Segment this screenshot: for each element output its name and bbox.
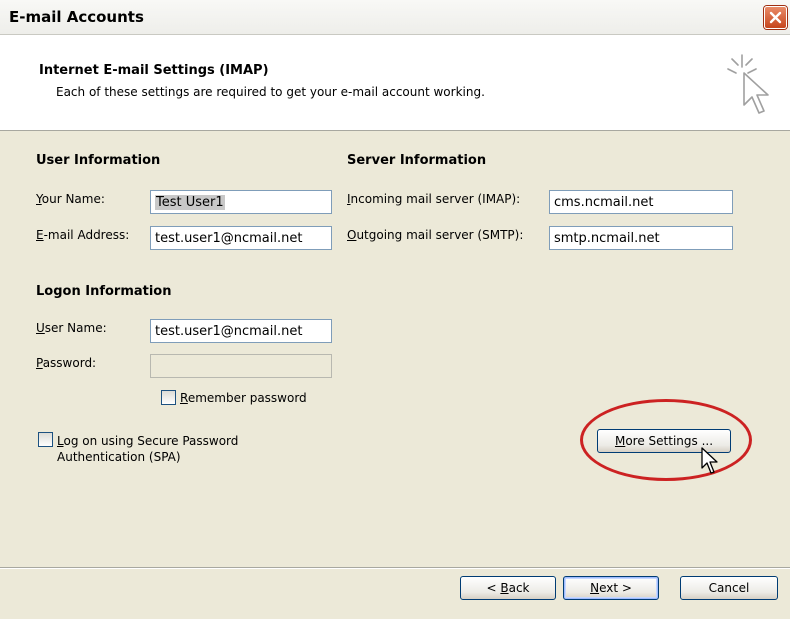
- logon-info-heading: Logon Information: [36, 284, 172, 299]
- spa-label[interactable]: Log on using Secure Password Authenticati…: [57, 433, 238, 465]
- password-label: Password:: [36, 356, 96, 370]
- password-label-hotkey: P: [36, 356, 43, 370]
- next-hotkey: N: [590, 581, 600, 595]
- server-info-heading: Server Information: [347, 153, 487, 168]
- email-address-label-text: -mail Address:: [43, 228, 130, 242]
- outgoing-server-field[interactable]: smtp.ncmail.net: [549, 226, 733, 250]
- window-title: E-mail Accounts: [9, 8, 144, 26]
- close-icon: [769, 11, 782, 24]
- title-bar: E-mail Accounts: [0, 0, 790, 35]
- cancel-button[interactable]: Cancel: [680, 576, 778, 600]
- wizard-cursor-icon: [727, 54, 769, 114]
- spa-checkbox[interactable]: [38, 432, 53, 447]
- password-field[interactable]: [150, 354, 332, 378]
- spa-label-line1: og on using Secure Password: [63, 434, 239, 448]
- next-text: ext >: [599, 581, 632, 595]
- back-text: ack: [508, 581, 530, 595]
- your-name-label-text: our Name:: [41, 192, 105, 206]
- more-settings-hotkey: M: [614, 434, 626, 448]
- incoming-server-label-text: ncoming mail server (IMAP):: [350, 192, 521, 206]
- incoming-server-field[interactable]: cms.ncmail.net: [549, 190, 733, 214]
- remember-password-checkbox[interactable]: [161, 390, 176, 405]
- user-name-label: User Name:: [36, 321, 107, 335]
- header-title: Internet E-mail Settings (IMAP): [39, 63, 269, 78]
- your-name-value: Test User1: [155, 195, 225, 210]
- remember-password-label[interactable]: Remember password: [180, 391, 307, 405]
- back-button[interactable]: < Back: [460, 576, 556, 600]
- back-hotkey: B: [500, 581, 509, 595]
- mouse-pointer-icon: [701, 447, 718, 474]
- user-name-label-hotkey: U: [36, 321, 45, 335]
- next-button[interactable]: Next >: [563, 576, 659, 600]
- outgoing-server-label: Outgoing mail server (SMTP):: [347, 228, 523, 242]
- your-name-field[interactable]: Test User1: [150, 190, 332, 214]
- header-subtitle: Each of these settings are required to g…: [56, 85, 485, 99]
- footer-divider: [0, 567, 790, 569]
- email-address-label: E-mail Address:: [36, 228, 129, 242]
- remember-password-hotkey: R: [180, 391, 188, 405]
- back-prefix: <: [486, 581, 501, 595]
- user-name-label-text: ser Name:: [44, 321, 107, 335]
- email-address-field[interactable]: test.user1@ncmail.net: [150, 226, 332, 250]
- outgoing-server-label-text: utgoing mail server (SMTP):: [356, 228, 524, 242]
- spa-label-line2: Authentication (SPA): [57, 450, 181, 464]
- close-button[interactable]: [764, 6, 787, 29]
- wizard-header: [0, 35, 790, 131]
- incoming-server-label: Incoming mail server (IMAP):: [347, 192, 520, 206]
- your-name-label: Your Name:: [36, 192, 105, 206]
- user-name-field[interactable]: test.user1@ncmail.net: [150, 319, 332, 343]
- password-label-text: assword:: [42, 356, 97, 370]
- user-info-heading: User Information: [36, 153, 161, 168]
- remember-password-text: emember password: [187, 391, 307, 405]
- email-address-label-hotkey: E: [36, 228, 44, 242]
